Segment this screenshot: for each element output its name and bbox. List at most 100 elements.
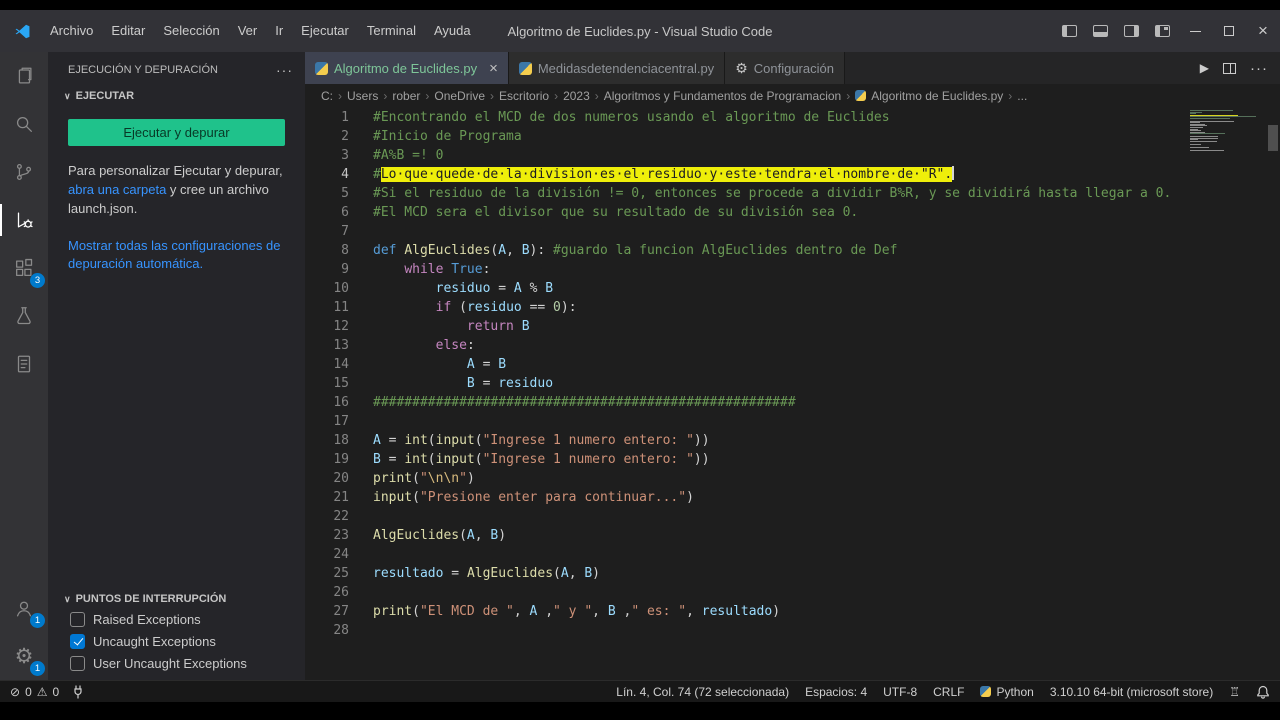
- breakpoint-item-user-uncaught-exceptions[interactable]: User Uncaught Exceptions: [48, 652, 305, 674]
- chevron-down-icon: ∨: [64, 593, 71, 604]
- breadcrumb-more[interactable]: ...: [1017, 89, 1027, 103]
- encoding-setting[interactable]: UTF-8: [883, 685, 917, 699]
- code-line[interactable]: 26: [305, 583, 1280, 602]
- code-line[interactable]: 1 #Encontrando el MCD de dos numeros usan…: [305, 108, 1280, 127]
- code-line[interactable]: 15 B = residuo: [305, 374, 1280, 393]
- breadcrumb-item[interactable]: Algoritmos y Fundamentos de Programacion: [604, 89, 841, 103]
- code-line[interactable]: 11 if (residuo == 0):: [305, 298, 1280, 317]
- language-mode[interactable]: Python: [980, 685, 1034, 699]
- activity-explorer[interactable]: [0, 52, 48, 100]
- breakpoint-item-raised-exceptions[interactable]: Raised Exceptions: [48, 608, 305, 630]
- scrollbar-thumb[interactable]: [1268, 125, 1278, 151]
- breakpoints-section-header[interactable]: ∨ PUNTOS DE INTERRUPCIÓN: [48, 590, 305, 608]
- minimap[interactable]: [1190, 110, 1260, 153]
- breadcrumb-item[interactable]: C:: [321, 89, 333, 103]
- code-editor[interactable]: 1 #Encontrando el MCD de dos numeros usan…: [305, 107, 1280, 680]
- code-line[interactable]: 7: [305, 222, 1280, 241]
- activity-settings[interactable]: ⚙ 1: [0, 632, 48, 680]
- toggle-panel-icon[interactable]: [1093, 25, 1108, 37]
- code-line[interactable]: 9 while True:: [305, 260, 1280, 279]
- breakpoints-title: PUNTOS DE INTERRUPCIÓN: [75, 593, 227, 605]
- code-line[interactable]: 23 AlgEuclides(A, B): [305, 526, 1280, 545]
- checkbox-checked[interactable]: [70, 633, 85, 649]
- breadcrumb-item[interactable]: Escritorio: [499, 89, 549, 103]
- menu-ayuda[interactable]: Ayuda: [425, 18, 480, 44]
- code-line[interactable]: 4 #Lo·que·quede·de·la·division·es·el·resi…: [305, 165, 1280, 184]
- code-line[interactable]: 13 else:: [305, 336, 1280, 355]
- run-and-debug-button[interactable]: Ejecutar y depurar: [68, 119, 285, 146]
- menu-seleccio-n[interactable]: Selección: [154, 18, 228, 44]
- cursor-position[interactable]: Lín. 4, Col. 74 (72 seleccionada): [616, 685, 789, 699]
- split-editor-icon[interactable]: [1223, 62, 1236, 74]
- checkbox-unchecked[interactable]: [70, 655, 85, 671]
- menu-terminal[interactable]: Terminal: [358, 18, 425, 44]
- code-line[interactable]: 10 residuo = A % B: [305, 279, 1280, 298]
- menu-archivo[interactable]: Archivo: [41, 18, 102, 44]
- activity-testing[interactable]: [0, 292, 48, 340]
- activity-source-control[interactable]: [0, 148, 48, 196]
- breadcrumb-separator: ›: [554, 88, 559, 103]
- close-tab-icon[interactable]: ×: [489, 60, 498, 77]
- indentation-setting[interactable]: Espacios: 4: [805, 685, 867, 699]
- eol-setting[interactable]: CRLF: [933, 685, 964, 699]
- activity-search[interactable]: [0, 100, 48, 148]
- code-line[interactable]: 17: [305, 412, 1280, 431]
- code-line[interactable]: 24: [305, 545, 1280, 564]
- ports-icon[interactable]: [71, 684, 85, 699]
- code-line[interactable]: 12 return B: [305, 317, 1280, 336]
- close-window-button[interactable]: ×: [1246, 10, 1280, 52]
- line-number: 25: [333, 566, 349, 581]
- maximize-button[interactable]: [1212, 10, 1246, 52]
- show-auto-debug-configs-link[interactable]: Mostrar todas las configuraciones de dep…: [68, 238, 280, 272]
- line-number: 2: [341, 129, 349, 144]
- code-line[interactable]: 20 print("\n\n"): [305, 469, 1280, 488]
- breadcrumb-item[interactable]: rober: [392, 89, 420, 103]
- python-interpreter[interactable]: 3.10.10 64-bit (microsoft store): [1050, 685, 1213, 699]
- toggle-secondary-sidebar-icon[interactable]: [1124, 25, 1139, 37]
- menu-editar[interactable]: Editar: [102, 18, 154, 44]
- run-section-header[interactable]: ∨ EJECUTAR: [48, 87, 305, 105]
- tab-medidasdetendenciacentral-py[interactable]: Medidasdetendenciacentral.py: [508, 52, 726, 84]
- activity-run-and-debug[interactable]: [0, 196, 48, 244]
- code-line[interactable]: 19 B = int(input("Ingrese 1 numero entero…: [305, 450, 1280, 469]
- code-line[interactable]: 18 A = int(input("Ingrese 1 numero entero…: [305, 431, 1280, 450]
- errors-icon: ⊘: [10, 684, 21, 699]
- tab-algoritmo-de-euclides-py[interactable]: Algoritmo de Euclides.py ×: [305, 52, 509, 84]
- breadcrumb-item[interactable]: OneDrive: [434, 89, 485, 103]
- code-line[interactable]: 25 resultado = AlgEuclides(A, B): [305, 564, 1280, 583]
- code-line[interactable]: 27 print("El MCD de ", A ," y ", B ," es:…: [305, 602, 1280, 621]
- activity-document[interactable]: [0, 340, 48, 388]
- code-line[interactable]: 14 A = B: [305, 355, 1280, 374]
- activity-account[interactable]: 1: [0, 584, 48, 632]
- menu-ejecutar[interactable]: Ejecutar: [292, 18, 358, 44]
- code-line[interactable]: 21 input("Presione enter para continuar..…: [305, 488, 1280, 507]
- code-line[interactable]: 5 #Si el residuo de la división != 0, ent…: [305, 184, 1280, 203]
- code-line[interactable]: 28: [305, 621, 1280, 640]
- open-folder-link[interactable]: abra una carpeta: [68, 182, 166, 197]
- code-line[interactable]: 22: [305, 507, 1280, 526]
- hint-before: Para personalizar Ejecutar y depurar,: [68, 163, 283, 178]
- menu-ir[interactable]: Ir: [266, 18, 292, 44]
- problems-indicator[interactable]: ⊘ 0 ⚠ 0: [10, 685, 59, 699]
- tab-configuracio-n[interactable]: ⚙ Configuración: [725, 52, 845, 84]
- notifications-bell-icon[interactable]: [1256, 685, 1270, 699]
- editor-more-actions-icon[interactable]: ···: [1250, 60, 1268, 77]
- code-line[interactable]: 8 def AlgEuclides(A, B): #guardo la funci…: [305, 241, 1280, 260]
- code-line[interactable]: 3 #A%B =! 0: [305, 146, 1280, 165]
- minimize-button[interactable]: [1178, 10, 1212, 52]
- sidebar-more-actions-icon[interactable]: ···: [276, 62, 293, 78]
- breakpoint-item-uncaught-exceptions[interactable]: Uncaught Exceptions: [48, 630, 305, 652]
- tower-icon[interactable]: ♖: [1229, 685, 1240, 699]
- customize-layout-icon[interactable]: [1155, 25, 1170, 37]
- run-file-icon[interactable]: ▶: [1200, 61, 1209, 75]
- code-line[interactable]: 6 #El MCD sera el divisor que su resultad…: [305, 203, 1280, 222]
- breadcrumb-file[interactable]: Algoritmo de Euclides.py: [871, 89, 1003, 103]
- breadcrumb-item[interactable]: Users: [347, 89, 378, 103]
- code-line[interactable]: 2 #Inicio de Programa: [305, 127, 1280, 146]
- activity-extensions[interactable]: 3: [0, 244, 48, 292]
- checkbox-unchecked[interactable]: [70, 611, 85, 627]
- menu-ver[interactable]: Ver: [229, 18, 267, 44]
- toggle-sidebar-icon[interactable]: [1062, 25, 1077, 37]
- code-line[interactable]: 16 ######################################…: [305, 393, 1280, 412]
- breadcrumb-item[interactable]: 2023: [563, 89, 590, 103]
